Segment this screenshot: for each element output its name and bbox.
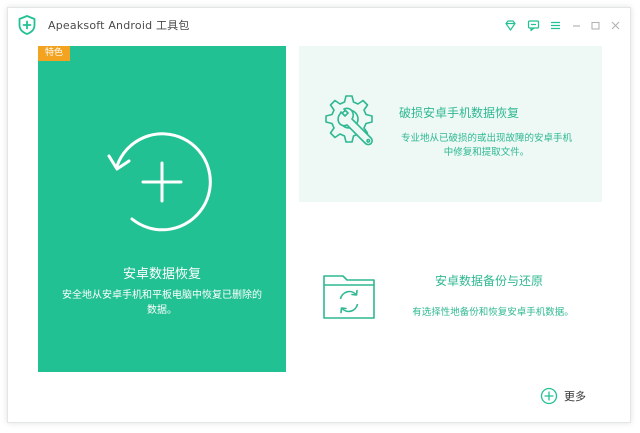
android-backup-restore-title: 安卓数据备份与还原 <box>435 274 544 288</box>
more-button[interactable]: 更多 <box>540 386 586 406</box>
restore-plus-icon <box>107 132 212 232</box>
minimize-icon[interactable] <box>567 16 585 34</box>
android-data-recovery-title: 安卓数据恢复 <box>122 267 201 282</box>
app-title: Apeaksoft Android 工具包 <box>48 19 190 32</box>
maximize-icon[interactable] <box>586 16 604 34</box>
android-data-recovery-description: 安全地从安卓手机和平板电脑中恢复已删除的数据。 <box>62 290 262 316</box>
broken-android-recovery-title: 破损安卓手机数据恢复 <box>399 106 520 120</box>
more-label: 更多 <box>564 390 586 403</box>
app-window: Apeaksoft Android 工具包 特色 安卓数据恢复 安全地从安卓手机… <box>7 7 631 423</box>
menu-icon[interactable] <box>546 16 564 34</box>
diamond-icon[interactable] <box>501 16 519 34</box>
title-bar: Apeaksoft Android 工具包 <box>8 8 630 42</box>
feedback-icon[interactable] <box>524 16 542 34</box>
android-backup-restore-tile[interactable]: 安卓数据备份与还原 有选择性地备份和恢复安卓手机数据。 <box>299 218 602 348</box>
broken-android-recovery-description: 专业地从已破损的或出现故障的安卓手机中修复和提取文件。 <box>400 133 572 158</box>
gear-wrench-icon <box>325 95 373 146</box>
broken-android-recovery-tile[interactable]: 破损安卓手机数据恢复 专业地从已破损的或出现故障的安卓手机中修复和提取文件。 <box>299 46 602 202</box>
app-logo-icon <box>18 15 36 35</box>
plus-circle-icon <box>540 387 558 405</box>
featured-badge: 特色 <box>38 46 70 61</box>
android-backup-restore-description: 有选择性地备份和恢复安卓手机数据。 <box>412 307 574 318</box>
folder-sync-icon <box>323 275 375 319</box>
close-icon[interactable] <box>606 16 624 34</box>
android-data-recovery-tile[interactable]: 特色 安卓数据恢复 安全地从安卓手机和平板电脑中恢复已删除的数据。 <box>38 46 286 372</box>
